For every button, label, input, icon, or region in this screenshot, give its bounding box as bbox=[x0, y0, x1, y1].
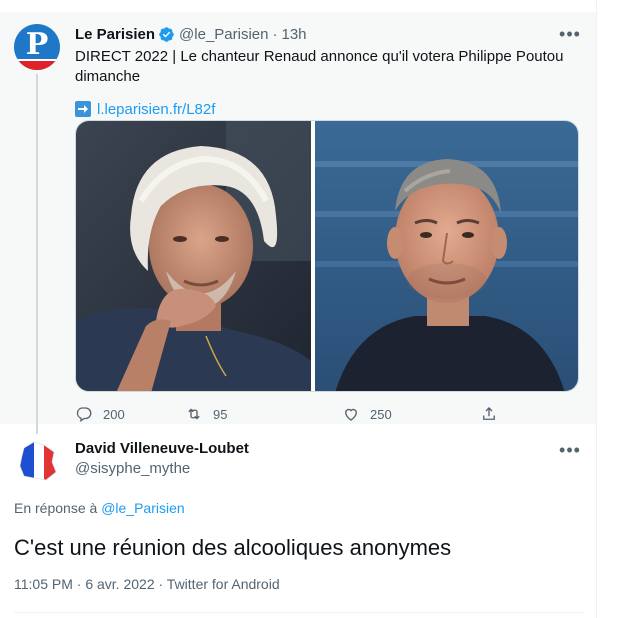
tweet-link-row[interactable]: l.leparisien.fr/L82f bbox=[75, 99, 215, 119]
reply-meta[interactable]: 11:05 PM · 6 avr. 2022 · Twitter for And… bbox=[14, 576, 280, 592]
reply-icon bbox=[76, 407, 92, 423]
reply-text: C'est une réunion des alcooliques anonym… bbox=[14, 535, 452, 560]
retweet-count: 95 bbox=[213, 406, 228, 422]
share-icon bbox=[483, 407, 495, 420]
in-reply-prefix: En réponse à bbox=[14, 500, 98, 516]
like-action[interactable]: 250 bbox=[342, 402, 392, 426]
parent-tweet[interactable]: P Le Parisien @le_Parisien · 13h ••• DIR… bbox=[0, 12, 596, 434]
column-border bbox=[596, 0, 597, 618]
tweet-text: DIRECT 2022 | Le chanteur Renaud annonce… bbox=[75, 48, 564, 85]
header-separator: · bbox=[272, 25, 278, 43]
retweet-action[interactable]: 95 bbox=[185, 402, 227, 426]
like-count: 250 bbox=[370, 406, 392, 422]
tweet-link[interactable]: l.leparisien.fr/L82f bbox=[97, 101, 215, 118]
avatar-red-band bbox=[14, 61, 60, 70]
avatar-letter: P bbox=[25, 27, 49, 62]
in-reply-to: En réponse à @le_Parisien bbox=[14, 500, 185, 516]
more-horizontal-icon[interactable]: ••• bbox=[558, 25, 582, 48]
divider bbox=[14, 612, 584, 613]
more-horizontal-icon[interactable]: ••• bbox=[558, 441, 582, 464]
photo-renaud[interactable] bbox=[76, 121, 311, 392]
reply-author-name[interactable]: David Villeneuve-Loubet bbox=[75, 440, 249, 457]
author-handle[interactable]: @le_Parisien bbox=[179, 26, 268, 43]
photo-poutou[interactable] bbox=[315, 121, 579, 392]
tweet-thread: P Le Parisien @le_Parisien · 13h ••• DIR… bbox=[0, 0, 618, 618]
france-flag-avatar[interactable] bbox=[14, 436, 62, 484]
heart-icon bbox=[345, 408, 357, 421]
author-name[interactable]: Le Parisien bbox=[75, 26, 155, 43]
tweet-time[interactable]: 13h bbox=[281, 26, 306, 43]
in-reply-mention[interactable]: @le_Parisien bbox=[101, 500, 184, 516]
reply-count: 200 bbox=[103, 406, 125, 422]
le-parisien-avatar[interactable]: P bbox=[14, 24, 60, 70]
arrow-right-icon bbox=[75, 101, 91, 117]
parent-header: Le Parisien @le_Parisien · 13h bbox=[75, 24, 307, 44]
reply-action[interactable]: 200 bbox=[75, 402, 125, 426]
verified-badge-icon bbox=[159, 26, 174, 42]
reply-author-handle[interactable]: @sisyphe_mythe bbox=[75, 460, 190, 477]
retweet-icon bbox=[188, 408, 200, 420]
share-action[interactable] bbox=[480, 402, 508, 426]
tweet-actions: 200 95 250 bbox=[75, 402, 505, 426]
thread-line bbox=[36, 74, 38, 434]
tweet-media[interactable] bbox=[75, 120, 579, 392]
